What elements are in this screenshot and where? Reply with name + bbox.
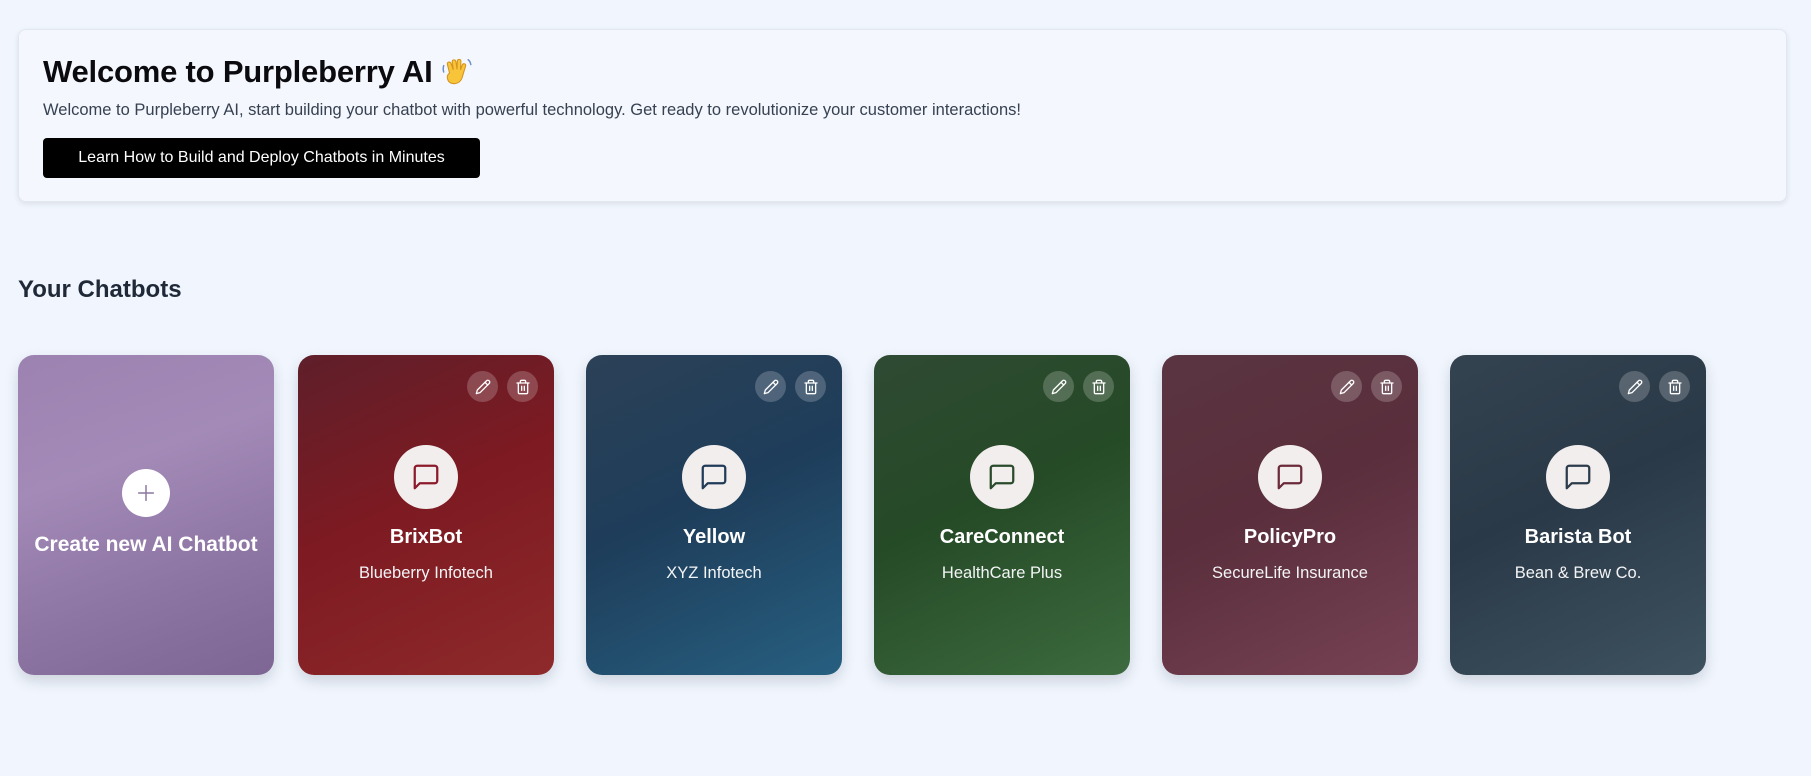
waving-hand-icon bbox=[441, 58, 472, 85]
chatbot-card[interactable]: Barista Bot Bean & Brew Co. bbox=[1450, 355, 1706, 675]
chatbot-company: Bean & Brew Co. bbox=[1514, 564, 1642, 582]
chatbot-name: Yellow bbox=[682, 526, 746, 548]
learn-build-deploy-button[interactable]: Learn How to Build and Deploy Chatbots i… bbox=[43, 138, 480, 178]
trash-icon bbox=[1091, 379, 1106, 394]
chat-avatar bbox=[394, 445, 458, 509]
chatbot-card[interactable]: Yellow XYZ Infotech bbox=[586, 355, 842, 675]
message-square-icon bbox=[1277, 464, 1303, 490]
trash-icon bbox=[1379, 379, 1394, 394]
pencil-icon bbox=[1627, 379, 1642, 394]
chatbot-company: HealthCare Plus bbox=[941, 564, 1063, 582]
plus-icon bbox=[137, 484, 155, 502]
delete-button[interactable] bbox=[795, 371, 826, 402]
your-chatbots-heading: Your Chatbots bbox=[18, 276, 182, 303]
edit-button[interactable] bbox=[1043, 371, 1074, 402]
trash-icon bbox=[803, 379, 818, 394]
welcome-title: Welcome to Purpleberry AI bbox=[43, 54, 474, 90]
chatbot-card[interactable]: BrixBot Blueberry Infotech bbox=[298, 355, 554, 675]
card-actions bbox=[755, 371, 826, 402]
message-square-icon bbox=[701, 464, 727, 490]
chatbot-company: Blueberry Infotech bbox=[359, 564, 493, 582]
trash-icon bbox=[515, 379, 530, 394]
chatbot-card[interactable]: CareConnect HealthCare Plus bbox=[874, 355, 1130, 675]
chat-avatar bbox=[970, 445, 1034, 509]
trash-icon bbox=[1667, 379, 1682, 394]
pencil-icon bbox=[763, 379, 778, 394]
chatbot-name: Barista Bot bbox=[1524, 526, 1632, 548]
delete-button[interactable] bbox=[1371, 371, 1402, 402]
welcome-card: Welcome to Purpleberry AI Welcome to Pur… bbox=[18, 29, 1787, 202]
chatbot-name: PolicyPro bbox=[1243, 526, 1337, 548]
delete-button[interactable] bbox=[1659, 371, 1690, 402]
pencil-icon bbox=[475, 379, 490, 394]
card-actions bbox=[1619, 371, 1690, 402]
card-actions bbox=[1043, 371, 1114, 402]
message-square-icon bbox=[1565, 464, 1591, 490]
chatbot-company: XYZ Infotech bbox=[666, 564, 762, 582]
message-square-icon bbox=[989, 464, 1015, 490]
delete-button[interactable] bbox=[1083, 371, 1114, 402]
pencil-icon bbox=[1051, 379, 1066, 394]
edit-button[interactable] bbox=[755, 371, 786, 402]
welcome-title-text: Welcome to Purpleberry AI bbox=[43, 54, 433, 89]
chatbot-company: SecureLife Insurance bbox=[1212, 564, 1368, 582]
edit-button[interactable] bbox=[1619, 371, 1650, 402]
chat-avatar bbox=[682, 445, 746, 509]
welcome-subtitle: Welcome to Purpleberry AI, start buildin… bbox=[43, 101, 1021, 119]
edit-button[interactable] bbox=[1331, 371, 1362, 402]
delete-button[interactable] bbox=[507, 371, 538, 402]
chat-avatar bbox=[1258, 445, 1322, 509]
edit-button[interactable] bbox=[467, 371, 498, 402]
chatbot-name: CareConnect bbox=[939, 526, 1065, 548]
plus-circle[interactable] bbox=[122, 469, 170, 517]
chatbot-card[interactable]: PolicyPro SecureLife Insurance bbox=[1162, 355, 1418, 675]
chat-avatar bbox=[1546, 445, 1610, 509]
create-chatbot-card[interactable]: Create new AI Chatbot bbox=[18, 355, 274, 675]
create-chatbot-label: Create new AI Chatbot bbox=[34, 533, 258, 556]
pencil-icon bbox=[1339, 379, 1354, 394]
card-actions bbox=[1331, 371, 1402, 402]
message-square-icon bbox=[413, 464, 439, 490]
chatbot-name: BrixBot bbox=[389, 526, 463, 548]
card-actions bbox=[467, 371, 538, 402]
